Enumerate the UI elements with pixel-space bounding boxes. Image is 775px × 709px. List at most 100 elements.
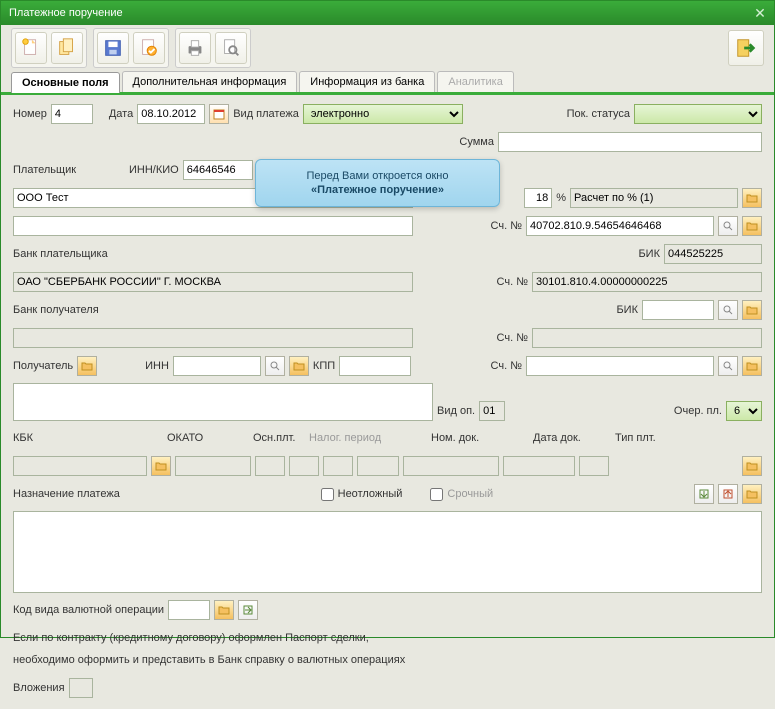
urgent2-label: Срочный: [447, 488, 493, 500]
kpp-input[interactable]: [339, 356, 411, 376]
kbk-label: КБК: [13, 432, 163, 444]
export-icon[interactable]: [718, 484, 738, 504]
tab-analytics[interactable]: Аналитика: [437, 71, 513, 92]
nalog-placeholder: Налог. период: [309, 432, 427, 444]
search-icon[interactable]: [718, 356, 738, 376]
payment-type-label: Вид платежа: [233, 108, 299, 120]
osnplt-label: Осн.плт.: [253, 432, 305, 444]
recv-bank-acc-label: Сч. №: [497, 332, 528, 344]
currency-code-input[interactable]: [168, 600, 210, 620]
date-label: Дата: [109, 108, 133, 120]
urgent1-checkbox[interactable]: [321, 488, 334, 501]
nalog3-input: [357, 456, 399, 476]
osnplt-input: [255, 456, 285, 476]
toolbar: [1, 25, 774, 71]
new-doc-button[interactable]: [15, 32, 47, 64]
percent-input[interactable]: [524, 188, 552, 208]
folder-icon[interactable]: [742, 456, 762, 476]
folder-icon[interactable]: [151, 456, 171, 476]
sum-label: Сумма: [459, 136, 494, 148]
payer-name-line2[interactable]: [13, 216, 413, 236]
recv-bik-input[interactable]: [642, 300, 714, 320]
close-icon[interactable]: ✕: [752, 5, 768, 21]
folder-icon[interactable]: [742, 300, 762, 320]
note-line1: Если по контракту (кредитному договору) …: [13, 632, 369, 644]
window-title: Платежное поручение: [9, 7, 123, 19]
folder-icon[interactable]: [742, 484, 762, 504]
tab-bank-info[interactable]: Информация из банка: [299, 71, 435, 92]
folder-icon[interactable]: [214, 600, 234, 620]
nalog1-input: [289, 456, 319, 476]
percent-sign: %: [556, 192, 566, 204]
calendar-icon[interactable]: [209, 104, 229, 124]
payer-bank-name: [13, 272, 413, 292]
folder-icon[interactable]: [289, 356, 309, 376]
ocher-select[interactable]: 6: [726, 401, 762, 421]
inn-kio-input[interactable]: [183, 160, 253, 180]
tab-main-fields[interactable]: Основные поля: [11, 72, 120, 93]
recv-bik-label: БИК: [616, 304, 638, 316]
inn-kio-label: ИНН/КИО: [129, 164, 179, 176]
exit-button[interactable]: [728, 30, 764, 66]
search-icon[interactable]: [718, 300, 738, 320]
folder-icon[interactable]: [742, 188, 762, 208]
number-input[interactable]: [51, 104, 93, 124]
status-label: Пок. статуса: [567, 108, 630, 120]
vid-op-input: [479, 401, 505, 421]
receiver-textarea[interactable]: [13, 383, 433, 421]
recv-acc-input[interactable]: [526, 356, 714, 376]
payer-bik-input: [664, 244, 762, 264]
urgent2-checkbox[interactable]: [430, 488, 443, 501]
payment-type-select[interactable]: электронно: [303, 104, 463, 124]
payer-bank-label: Банк плательщика: [13, 248, 108, 260]
okato-label: ОКАТО: [167, 432, 249, 444]
receiver-label: Получатель: [13, 360, 73, 372]
tipplt-input: [579, 456, 609, 476]
sum-input[interactable]: [498, 132, 762, 152]
datadok-label: Дата док.: [533, 432, 611, 444]
payer-bank-acc-label: Сч. №: [497, 276, 528, 288]
print-button[interactable]: [179, 32, 211, 64]
check-button[interactable]: [133, 32, 165, 64]
tooltip-line2: «Платежное поручение»: [311, 184, 444, 196]
recv-inn-input[interactable]: [173, 356, 261, 376]
recv-inn-label: ИНН: [145, 360, 169, 372]
preview-button[interactable]: [215, 32, 247, 64]
recv-bank-label: Банк получателя: [13, 304, 99, 316]
urgent1-label: Неотложный: [338, 488, 403, 500]
currency-code-label: Код вида валютной операции: [13, 604, 164, 616]
payment-order-window: Платежное поручение ✕ Основные поля Допо…: [0, 0, 775, 638]
vid-op-label: Вид оп.: [437, 405, 475, 417]
titlebar: Платежное поручение ✕: [1, 1, 774, 25]
recv-acc-label: Сч. №: [491, 360, 522, 372]
recv-bank-acc: [532, 328, 762, 348]
tooltip-line1: Перед Вами откроется окно: [270, 170, 485, 182]
kpp-label: КПП: [313, 360, 335, 372]
payer-label: Плательщик: [13, 164, 125, 176]
import-icon[interactable]: [694, 484, 714, 504]
date-input[interactable]: [137, 104, 205, 124]
action-icon[interactable]: [238, 600, 258, 620]
save-button[interactable]: [97, 32, 129, 64]
payer-acc-input[interactable]: [526, 216, 714, 236]
status-select[interactable]: [634, 104, 762, 124]
folder-icon[interactable]: [742, 356, 762, 376]
folder-icon[interactable]: [742, 216, 762, 236]
tab-additional-info[interactable]: Дополнительная информация: [122, 71, 298, 92]
search-icon[interactable]: [718, 216, 738, 236]
attachments-input: [69, 678, 93, 698]
datadok-input: [503, 456, 575, 476]
nalog2-input: [323, 456, 353, 476]
attachments-label: Вложения: [13, 682, 65, 694]
copy-button[interactable]: [51, 32, 83, 64]
number-label: Номер: [13, 108, 47, 120]
tooltip-overlay: Перед Вами откроется окно «Платежное пор…: [255, 159, 500, 207]
purpose-textarea[interactable]: [13, 511, 762, 593]
kbk-input: [13, 456, 147, 476]
folder-icon[interactable]: [77, 356, 97, 376]
search-icon[interactable]: [265, 356, 285, 376]
percent-calc-input: [570, 188, 738, 208]
nomdok-label: Ном. док.: [431, 432, 529, 444]
okato-input: [175, 456, 251, 476]
tipplt-label: Тип плт.: [615, 432, 656, 444]
